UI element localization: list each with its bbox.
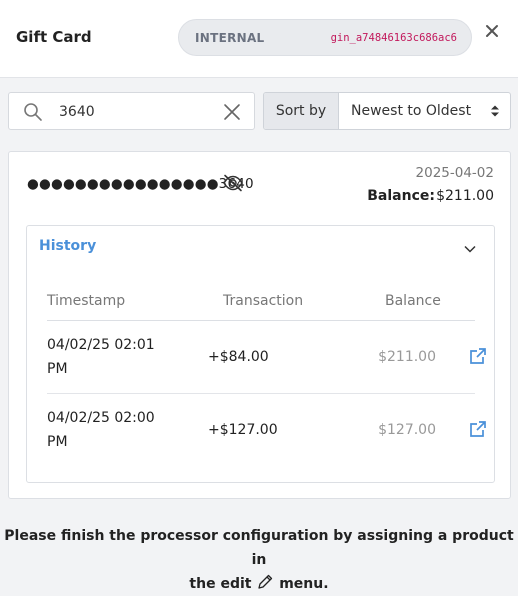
column-header-transaction: Transaction bbox=[223, 293, 304, 309]
row-transaction: +$84.00 bbox=[208, 349, 269, 365]
masked-card-number: ●●●●●●●●●●●●●●●●3640 bbox=[27, 176, 254, 192]
close-icon bbox=[486, 25, 498, 37]
gift-card-panel: ●●●●●●●●●●●●●●●●3640 2025-04-02 Balance:… bbox=[8, 151, 511, 499]
sort-select[interactable]: Sort by Newest to Oldest bbox=[263, 92, 511, 130]
balance-label: Balance: bbox=[367, 188, 435, 204]
row-timestamp: 04/02/25 02:01 PM bbox=[47, 337, 155, 377]
row-transaction: +$127.00 bbox=[208, 422, 278, 438]
configuration-notice: Please finish the processor configuratio… bbox=[0, 524, 518, 596]
notice-line-2: the edit menu. bbox=[189, 574, 329, 592]
pencil-icon bbox=[258, 574, 273, 589]
environment-pill: INTERNAL gin_a74846163c686ac6 bbox=[178, 19, 472, 56]
history-toggle[interactable]: History bbox=[39, 238, 96, 254]
row-balance: $211.00 bbox=[378, 349, 436, 365]
environment-label: INTERNAL bbox=[195, 31, 265, 45]
header-divider bbox=[47, 320, 475, 321]
history-section: History Timestamp Transaction Balance 04… bbox=[26, 225, 495, 483]
sort-caret-icon bbox=[491, 105, 499, 117]
chevron-down-icon[interactable] bbox=[464, 245, 476, 253]
clear-icon[interactable] bbox=[223, 103, 241, 121]
sort-label: Sort by bbox=[264, 93, 339, 129]
sort-value: Newest to Oldest bbox=[351, 103, 472, 119]
close-button[interactable] bbox=[482, 21, 502, 41]
row-timestamp: 04/02/25 02:00 PM bbox=[47, 410, 155, 450]
eye-slash-icon[interactable] bbox=[222, 174, 244, 192]
page-title: Gift Card bbox=[16, 28, 92, 46]
gateway-id: gin_a74846163c686ac6 bbox=[330, 32, 457, 44]
search-box bbox=[8, 92, 255, 130]
column-header-balance: Balance bbox=[385, 293, 441, 309]
search-input[interactable] bbox=[59, 101, 209, 123]
row-balance: $127.00 bbox=[378, 422, 436, 438]
card-date: 2025-04-02 bbox=[415, 165, 494, 181]
header: Gift Card INTERNAL gin_a74846163c686ac6 bbox=[0, 0, 518, 78]
column-header-timestamp: Timestamp bbox=[47, 293, 126, 309]
external-link-icon[interactable] bbox=[469, 420, 487, 438]
balance-value: $211.00 bbox=[436, 188, 494, 204]
search-icon bbox=[24, 103, 42, 121]
notice-line-1: Please finish the processor configuratio… bbox=[4, 528, 514, 568]
external-link-icon[interactable] bbox=[469, 347, 487, 365]
row-divider bbox=[47, 393, 475, 394]
